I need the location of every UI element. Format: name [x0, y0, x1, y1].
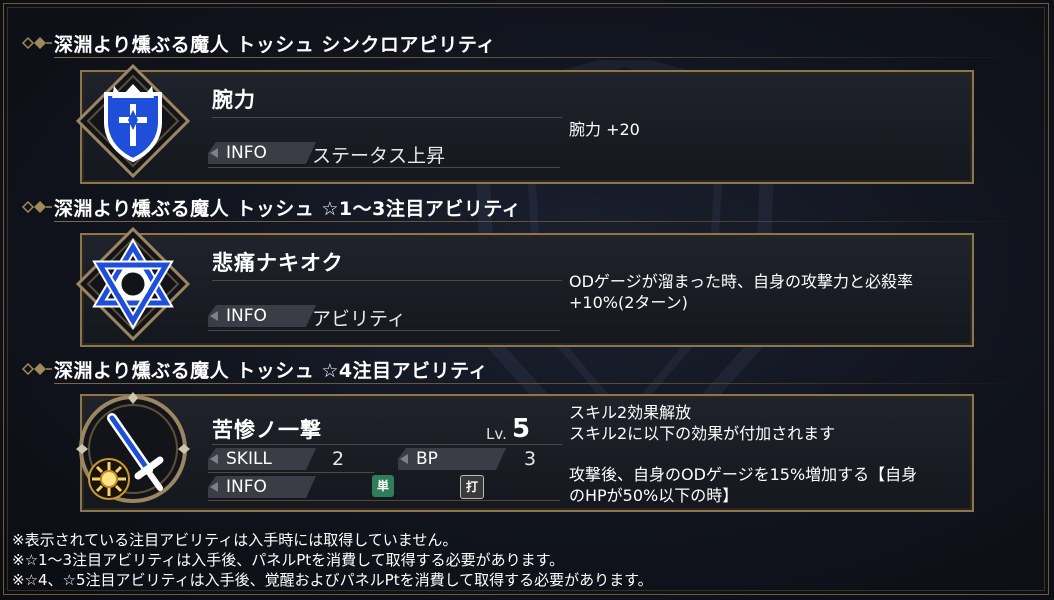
- blunt-attack-badge: 打: [460, 475, 484, 499]
- stat-divider: [208, 472, 374, 473]
- section-title-synchro: 深淵より燻ぶる魔人 トッシュ シンクロアビリティ: [20, 30, 1030, 58]
- info-tag: INFO: [208, 476, 298, 498]
- bp-value: 3: [524, 448, 537, 470]
- footnote-line: ※☆1〜3注目アビリティは入手後、パネルPtを消費して取得する必要があります。: [12, 551, 565, 569]
- ability-description: ODゲージが溜まった時、自身の攻撃力と必殺率 +10%(2ターン): [569, 272, 913, 312]
- ability-description-head: スキル2効果解放 スキル2に以下の効果が付加されます: [569, 403, 836, 443]
- section-title-text: 深淵より燻ぶる魔人 トッシュ ☆4注目アビリティ: [54, 360, 488, 382]
- sun-element-icon: [88, 458, 130, 500]
- info-divider: [208, 330, 560, 331]
- level-value: 5: [512, 414, 531, 444]
- info-divider: [208, 500, 560, 501]
- info-tag: INFO: [208, 305, 298, 327]
- shield-crest-icon: [75, 63, 191, 179]
- triquetra-knot-icon: [75, 226, 191, 342]
- section-divider: [54, 221, 1030, 222]
- section-title-text: 深淵より燻ぶる魔人 トッシュ ☆1〜3注目アビリティ: [54, 198, 522, 220]
- ability-card-star1-3[interactable]: 悲痛ナキオク INFO アビリティ ODゲージが溜まった時、自身の攻撃力と必殺率…: [75, 226, 974, 347]
- info-tag: INFO: [208, 142, 298, 164]
- section-divider: [54, 383, 1030, 384]
- ability-card-star4[interactable]: 苦惨ノ一撃 Lv. 5 SKILL 2 BP 3 INFO 単 打 スキル2効果…: [76, 392, 974, 512]
- info-tag-label: INFO: [208, 476, 316, 498]
- diamond-ornament-icon: [21, 36, 52, 50]
- skill-tag-label: SKILL: [208, 448, 316, 470]
- ability-name: 悲痛ナキオク: [212, 251, 344, 275]
- ability-description: 腕力 +20: [569, 120, 640, 139]
- name-divider: [212, 444, 562, 445]
- ability-card-synchro[interactable]: 腕力 INFO ステータス上昇 腕力 +20: [75, 63, 974, 184]
- section-title-text: 深淵より燻ぶる魔人 トッシュ シンクロアビリティ: [54, 34, 496, 56]
- footnote-line: ※☆4、☆5注目アビリティは入手後、覚醒およびパネルPtを消費して取得する必要が…: [12, 571, 653, 589]
- ability-name: 腕力: [212, 88, 256, 112]
- info-divider: [208, 167, 560, 168]
- info-value: ステータス上昇: [312, 145, 446, 167]
- section-title-star1-3: 深淵より燻ぶる魔人 トッシュ ☆1〜3注目アビリティ: [20, 194, 1030, 222]
- ability-name: 苦惨ノ一撃: [212, 418, 322, 442]
- bp-tag: BP: [398, 448, 488, 470]
- bp-tag-label: BP: [398, 448, 506, 470]
- name-divider: [212, 280, 562, 281]
- skill-tag: SKILL: [208, 448, 298, 470]
- level-label: Lv.: [486, 425, 507, 443]
- diamond-ornament-icon: [21, 362, 52, 376]
- diamond-ornament-icon: [21, 200, 52, 214]
- section-title-star4: 深淵より燻ぶる魔人 トッシュ ☆4注目アビリティ: [20, 356, 1030, 384]
- single-target-badge: 単: [372, 475, 394, 497]
- ability-description-body: 攻撃後、自身のODゲージを15%増加する【自身 のHPが50%以下の時】: [569, 465, 918, 505]
- skill-value: 2: [332, 448, 345, 470]
- info-tag-label: INFO: [208, 142, 316, 164]
- footnotes: ※表示されている注目アビリティは入手時には取得していません。 ※☆1〜3注目アビ…: [12, 530, 653, 590]
- info-value: アビリティ: [312, 308, 406, 330]
- footnote-line: ※表示されている注目アビリティは入手時には取得していません。: [12, 531, 458, 549]
- name-divider: [212, 117, 562, 118]
- info-tag-label: INFO: [208, 305, 316, 327]
- section-divider: [54, 57, 1030, 58]
